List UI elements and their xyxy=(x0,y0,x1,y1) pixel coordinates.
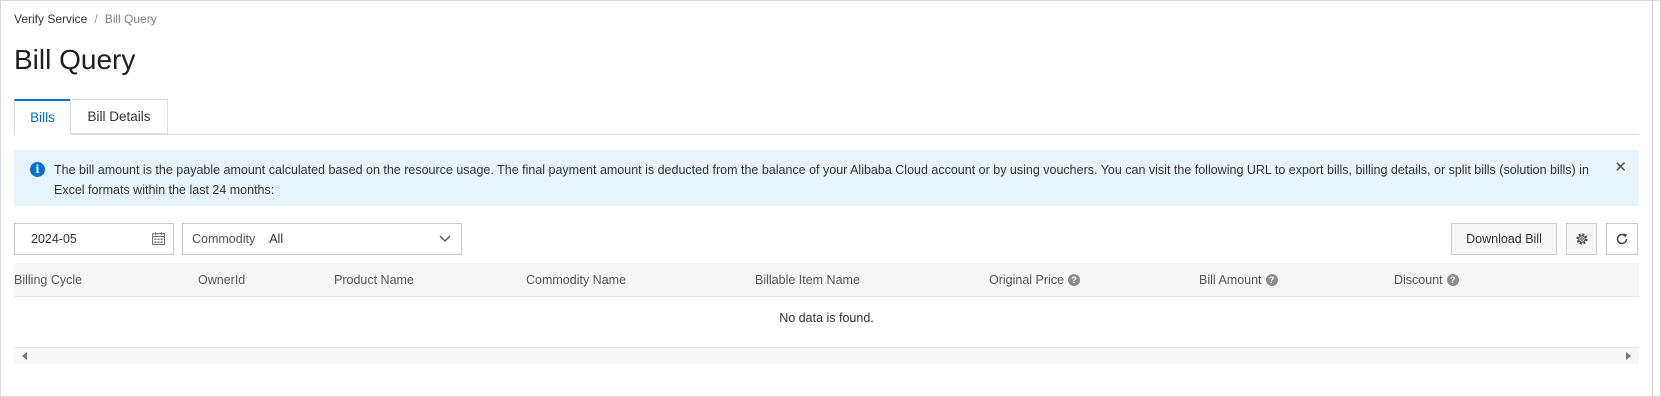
settings-button[interactable] xyxy=(1566,223,1597,255)
help-icon[interactable]: ? xyxy=(1265,273,1278,286)
horizontal-scrollbar[interactable] xyxy=(14,348,1639,364)
refresh-button[interactable] xyxy=(1606,223,1638,255)
bills-table: Billing Cycle OwnerId Product Name Commo… xyxy=(14,263,1639,364)
column-label: Product Name xyxy=(334,272,414,287)
notice-text: The bill amount is the payable amount ca… xyxy=(54,163,1589,197)
commodity-value: All xyxy=(269,232,284,246)
column-label: Original Price xyxy=(989,272,1065,287)
refresh-icon xyxy=(1616,233,1628,245)
column-label: Commodity Name xyxy=(526,272,627,287)
column-header-product-name: Product Name xyxy=(334,263,414,296)
download-bill-button[interactable]: Download Bill xyxy=(1451,223,1557,255)
page-scrollbar[interactable] xyxy=(1652,0,1653,397)
column-header-billable-item-name: Billable Item Name xyxy=(755,263,860,296)
calendar-icon xyxy=(152,232,165,245)
close-icon[interactable]: ✕ xyxy=(1614,158,1627,178)
breadcrumb-link-verify-service[interactable]: Verify Service xyxy=(14,12,87,26)
commodity-label: Commodity xyxy=(192,232,256,246)
column-header-discount: Discount? xyxy=(1394,263,1459,296)
tab-bills[interactable]: Bills xyxy=(14,99,71,135)
breadcrumb-separator: / xyxy=(94,12,98,26)
info-icon: i xyxy=(30,162,45,177)
column-label: OwnerId xyxy=(198,272,246,287)
empty-state-text: No data is found. xyxy=(779,311,874,325)
column-label: Billable Item Name xyxy=(755,272,860,287)
scroll-right-arrow-icon[interactable] xyxy=(1626,352,1631,360)
column-label: Discount xyxy=(1394,272,1443,287)
billing-cycle-picker[interactable]: 2024-05 xyxy=(14,223,174,255)
table-header: Billing Cycle OwnerId Product Name Commo… xyxy=(14,263,1639,297)
help-icon[interactable]: ? xyxy=(1068,273,1081,286)
commodity-select[interactable]: Commodity All xyxy=(182,223,462,255)
column-label: Bill Amount xyxy=(1199,272,1262,287)
filter-toolbar: 2024-05 Commodity All Download Bill xyxy=(14,223,1639,255)
column-label: Billing Cycle xyxy=(14,272,83,287)
chevron-down-icon xyxy=(439,235,451,242)
tab-bill-details[interactable]: Bill Details xyxy=(70,99,168,134)
column-header-ownerid: OwnerId xyxy=(198,263,245,296)
billing-cycle-value: 2024-05 xyxy=(31,232,77,246)
gear-icon xyxy=(1575,233,1588,245)
breadcrumb: Verify Service / Bill Query xyxy=(14,12,157,26)
info-notice: i The bill amount is the payable amount … xyxy=(14,150,1639,206)
help-icon[interactable]: ? xyxy=(1446,273,1459,286)
page-title: Bill Query xyxy=(14,44,136,75)
column-header-bill-amount: Bill Amount? xyxy=(1199,263,1278,296)
column-header-billing-cycle: Billing Cycle xyxy=(14,263,82,296)
breadcrumb-current: Bill Query xyxy=(104,12,157,26)
column-header-commodity-name: Commodity Name xyxy=(526,263,626,296)
tab-bar: Bills Bill Details xyxy=(14,99,1639,135)
scroll-left-arrow-icon[interactable] xyxy=(22,352,27,360)
column-header-original-price: Original Price? xyxy=(989,263,1081,296)
table-body: No data is found. xyxy=(14,297,1639,348)
